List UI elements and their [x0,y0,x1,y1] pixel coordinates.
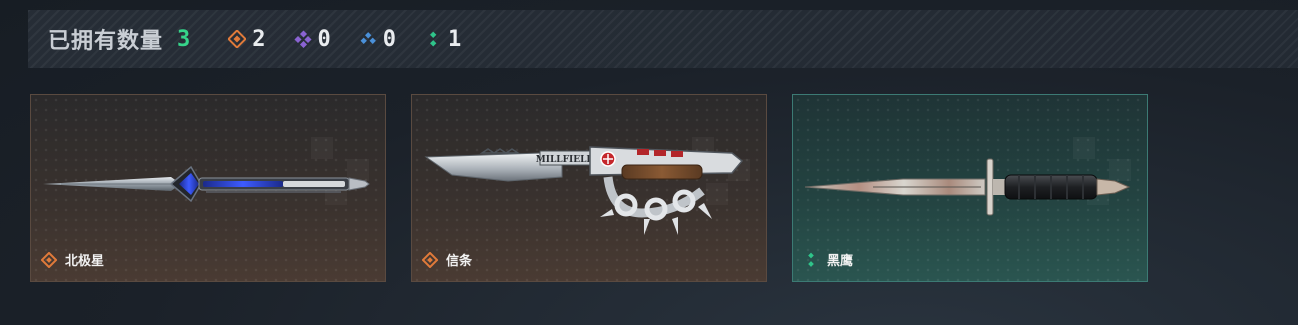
stat-blue-count: 0 [382,26,397,52]
purple-diamond-rarity-icon [293,30,312,48]
stat-green: 1 [424,27,461,52]
weapon-name: 北极星 [65,254,105,269]
weapon-card-heiying[interactable]: 黑鹰 [792,94,1148,282]
owned-count-title: 已拥有数量 [48,29,164,54]
weapon-card-beijixing[interactable]: 北极星 [30,94,386,282]
orange-diamond-rarity-icon [228,30,247,48]
card-label: 北极星 [41,250,104,269]
green-dots-rarity-icon [430,31,437,47]
card-label: 信条 [422,250,472,269]
orange-diamond-rarity-icon [41,251,57,268]
weapon-card-xintiao[interactable]: MILLFIELD 信条 [411,94,767,282]
owned-count-header: 已拥有数量 3 2 0 0 1 [28,10,1298,68]
weapon-name: 黑鹰 [827,254,854,269]
weapon-name: 信条 [446,254,473,269]
stat-green-count: 1 [448,26,462,52]
orange-diamond-rarity-icon [422,251,438,268]
stat-blue: 0 [359,27,396,52]
green-dots-rarity-icon [808,252,814,267]
card-label: 黑鹰 [803,250,853,269]
stat-orange: 2 [228,26,266,52]
engraving-text: MILLFIELD [536,155,595,165]
stat-purple: 0 [293,26,331,52]
owned-total-count: 3 [177,26,191,52]
stat-purple-count: 0 [317,26,331,52]
stat-orange-count: 2 [252,26,266,52]
blue-diamond-rarity-icon [360,32,376,44]
